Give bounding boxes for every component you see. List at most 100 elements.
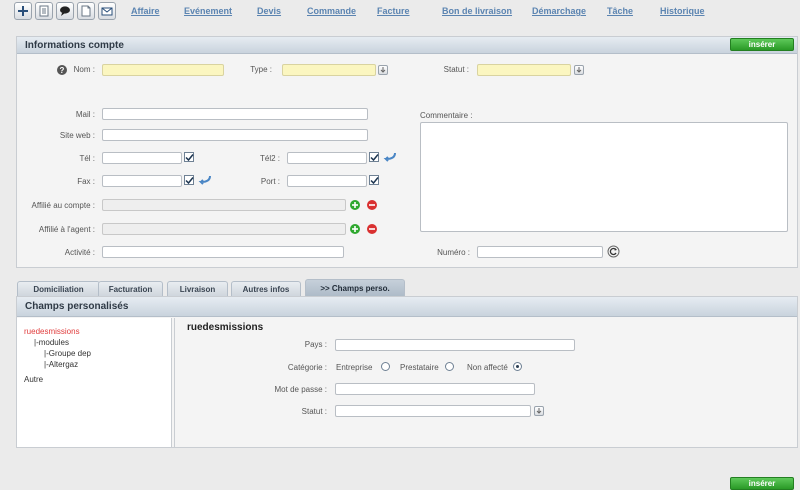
mail-field[interactable] <box>102 108 368 120</box>
custom-statut-dropdown-button[interactable] <box>534 406 544 416</box>
radio-label-entreprise: Entreprise <box>336 363 373 372</box>
fax-checkbox[interactable] <box>184 175 194 185</box>
tel-checkbox[interactable] <box>184 152 194 162</box>
comment-button[interactable] <box>56 2 74 20</box>
commentaire-label: Commentaire : <box>420 111 473 120</box>
nav-affaire[interactable]: Affaire <box>131 6 160 16</box>
document-button[interactable] <box>35 2 53 20</box>
categorie-label: Catégorie : <box>287 363 327 372</box>
statut-label: Statut : <box>443 65 469 74</box>
tel-label: Tél : <box>79 154 95 163</box>
tab-facturation[interactable]: Facturation <box>98 281 163 296</box>
nav-evenement[interactable]: Evénement <box>184 6 232 16</box>
return-arrow-icon[interactable] <box>383 152 396 162</box>
chevron-down-icon <box>536 408 542 414</box>
fax-field[interactable] <box>102 175 182 187</box>
port-field[interactable] <box>287 175 367 187</box>
type-dropdown-button[interactable] <box>378 65 388 75</box>
pane-divider <box>174 318 175 447</box>
checkmark-icon <box>370 177 379 185</box>
custom-statut-label: Statut : <box>301 407 327 416</box>
add-icon[interactable] <box>350 200 360 210</box>
affilie-compte-field[interactable] <box>102 199 346 211</box>
fax-label: Fax : <box>77 177 95 186</box>
tel2-label: Tél2 : <box>259 154 280 163</box>
chevron-down-icon <box>380 67 386 73</box>
numero-label: Numéro : <box>437 248 470 257</box>
commentaire-field[interactable] <box>420 122 788 232</box>
account-info-title: Informations compte <box>25 40 124 51</box>
radio-non-affecte[interactable] <box>513 362 522 371</box>
affilie-agent-field[interactable] <box>102 223 346 235</box>
account-info-header: Informations compte insérer <box>17 37 797 54</box>
nav-demarchage[interactable]: Démarchage <box>532 6 586 16</box>
refresh-icon[interactable] <box>607 245 620 258</box>
tab-domiciliation[interactable]: Domiciliation <box>17 281 100 296</box>
activite-field[interactable] <box>102 246 344 258</box>
activite-label: Activité : <box>64 248 95 257</box>
nav-facture[interactable]: Facture <box>377 6 410 16</box>
radio-entreprise[interactable] <box>381 362 390 371</box>
tree-item-altergaz[interactable]: |-Altergaz <box>44 360 78 369</box>
port-label: Port : <box>260 177 280 186</box>
tree-root[interactable]: ruedesmissions <box>24 327 80 336</box>
add-button[interactable] <box>14 2 32 20</box>
radio-label-non-affecte: Non affecté <box>467 363 508 372</box>
return-arrow-icon[interactable] <box>198 175 211 185</box>
type-select[interactable] <box>282 64 376 76</box>
account-info-panel: Informations compte insérer ? Nom : Type… <box>16 36 798 268</box>
page-button[interactable] <box>77 2 95 20</box>
affilie-agent-label: Affilié à l'agent : <box>38 225 95 234</box>
remove-icon[interactable] <box>367 224 377 234</box>
tree-item-autre[interactable]: Autre <box>24 375 43 384</box>
chevron-down-icon <box>576 67 582 73</box>
tree-pane: ruedesmissions |-modules |-Groupe dep |-… <box>17 318 172 447</box>
insert-button-top[interactable]: insérer <box>730 38 794 51</box>
tel2-checkbox[interactable] <box>369 152 379 162</box>
nom-label: Nom : <box>73 65 95 74</box>
custom-statut-select[interactable] <box>335 405 531 417</box>
nav-bon-de-livraison[interactable]: Bon de livraison <box>442 6 512 16</box>
tab-champs-perso[interactable]: >> Champs perso. <box>305 279 405 296</box>
document-icon <box>39 5 49 17</box>
page-icon <box>81 5 91 17</box>
checkmark-icon <box>185 177 194 185</box>
top-toolbar: Affaire Evénement Devis Commande Facture… <box>0 0 800 24</box>
checkmark-icon <box>370 154 379 162</box>
statut-select[interactable] <box>477 64 571 76</box>
custom-fields-title: Champs personalisés <box>25 301 129 312</box>
remove-icon[interactable] <box>367 200 377 210</box>
mot-de-passe-field[interactable] <box>335 383 535 395</box>
nom-field[interactable] <box>102 64 224 76</box>
add-icon <box>18 6 28 16</box>
statut-dropdown-button[interactable] <box>574 65 584 75</box>
mail-button[interactable] <box>98 2 116 20</box>
numero-field[interactable] <box>477 246 603 258</box>
type-label: Type : <box>250 65 272 74</box>
affilie-compte-label: Affilié au compte : <box>31 201 95 210</box>
site-web-field[interactable] <box>102 129 368 141</box>
tab-livraison[interactable]: Livraison <box>167 281 228 296</box>
add-icon[interactable] <box>350 224 360 234</box>
nav-devis[interactable]: Devis <box>257 6 281 16</box>
tree-item-modules[interactable]: |-modules <box>34 338 69 347</box>
tel2-field[interactable] <box>287 152 367 164</box>
comment-icon <box>60 6 70 16</box>
radio-prestataire[interactable] <box>445 362 454 371</box>
nav-commande[interactable]: Commande <box>307 6 356 16</box>
mail-label: Mail : <box>75 110 95 119</box>
pays-field[interactable] <box>335 339 575 351</box>
mail-icon <box>101 7 113 16</box>
custom-fields-header: Champs personalisés <box>17 297 797 317</box>
tree-item-groupe-dep[interactable]: |-Groupe dep <box>44 349 91 358</box>
port-checkbox[interactable] <box>369 175 379 185</box>
pays-label: Pays : <box>304 340 327 349</box>
help-icon[interactable]: ? <box>57 65 67 75</box>
tab-autres-infos[interactable]: Autres infos <box>231 281 301 296</box>
nav-tache[interactable]: Tâche <box>607 6 633 16</box>
mot-de-passe-label: Mot de passe : <box>274 385 327 394</box>
tel-field[interactable] <box>102 152 182 164</box>
radio-label-prestataire: Prestataire <box>400 363 439 372</box>
insert-button-bottom[interactable]: insérer <box>730 477 794 490</box>
nav-historique[interactable]: Historique <box>660 6 705 16</box>
